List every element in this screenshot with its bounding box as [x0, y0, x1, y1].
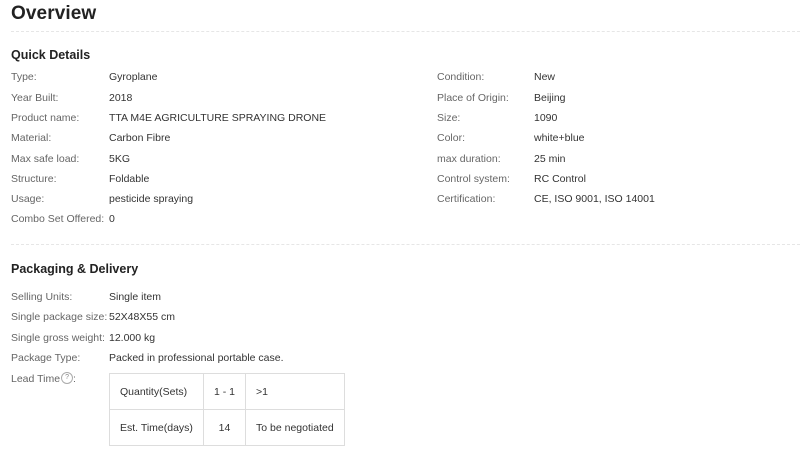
detail-row-place-of-origin: Place of Origin: Beijing	[437, 90, 787, 106]
table-cell: Est. Time(days)	[109, 409, 204, 446]
detail-row-control-system: Control system: RC Control	[437, 171, 787, 187]
packaging-delivery-heading: Packaging & Delivery	[11, 262, 139, 276]
lead-time-table: Quantity(Sets) 1 - 1 >1 Est. Time(days) …	[109, 373, 345, 446]
detail-label: Place of Origin:	[437, 92, 509, 104]
detail-value: Beijing	[534, 92, 566, 104]
table-cell: Quantity(Sets)	[109, 373, 204, 410]
detail-value: 0	[109, 213, 115, 225]
detail-row-usage: Usage: pesticide spraying	[11, 191, 421, 207]
detail-row-year-built: Year Built: 2018	[11, 90, 421, 106]
packaging-row-package-type: Package Type: Packed in professional por…	[11, 350, 421, 366]
quick-details-heading: Quick Details	[11, 48, 91, 62]
detail-value: Gyroplane	[109, 71, 158, 83]
lead-time-colon: :	[73, 373, 76, 385]
detail-value: TTA M4E AGRICULTURE SPRAYING DRONE	[109, 112, 327, 124]
divider	[11, 31, 800, 32]
detail-row-condition: Condition: New	[437, 69, 787, 85]
table-cell: 1 - 1	[202, 373, 247, 410]
detail-label: Selling Units:	[11, 291, 73, 303]
packaging-row-selling-units: Selling Units: Single item	[11, 289, 421, 305]
table-cell: 14	[202, 409, 247, 446]
detail-label: Single gross weight:	[11, 332, 105, 344]
detail-value: Carbon Fibre	[109, 132, 171, 144]
detail-value: Packed in professional portable case.	[109, 352, 284, 364]
detail-value: RC Control	[534, 173, 586, 185]
lead-time-label: Lead Time?:	[11, 371, 76, 387]
detail-label: Structure:	[11, 173, 57, 185]
detail-row-type: Type: Gyroplane	[11, 69, 421, 85]
detail-value: Foldable	[109, 173, 150, 185]
divider	[11, 244, 800, 245]
detail-label: Condition:	[437, 71, 485, 83]
detail-label: Material:	[11, 132, 52, 144]
detail-value: 12.000 kg	[109, 332, 156, 344]
detail-label: Type:	[11, 71, 37, 83]
detail-row-max-duration: max duration: 25 min	[437, 151, 787, 167]
lead-time-text: Lead Time	[11, 373, 61, 385]
detail-label: Usage:	[11, 193, 45, 205]
detail-value: CE, ISO 9001, ISO 14001	[534, 193, 655, 205]
detail-label: Size:	[437, 112, 461, 124]
detail-label: Certification:	[437, 193, 496, 205]
detail-value: 1090	[534, 112, 558, 124]
detail-label: Single package size:	[11, 311, 108, 323]
detail-value: 25 min	[534, 153, 566, 165]
detail-value: New	[534, 71, 556, 83]
detail-row-max-safe-load: Max safe load: 5KG	[11, 151, 421, 167]
question-circle-icon[interactable]: ?	[61, 372, 74, 385]
detail-row-color: Color: white+blue	[437, 130, 787, 146]
page-title: Overview	[11, 3, 97, 24]
detail-row-material: Material: Carbon Fibre	[11, 130, 421, 146]
detail-label: Package Type:	[11, 352, 81, 364]
table-row: Est. Time(days) 14 To be negotiated	[109, 409, 345, 446]
detail-label: Max safe load:	[11, 153, 80, 165]
packaging-row-package-size: Single package size: 52X48X55 cm	[11, 309, 421, 325]
table-row: Quantity(Sets) 1 - 1 >1	[109, 373, 345, 410]
packaging-row-gross-weight: Single gross weight: 12.000 kg	[11, 330, 421, 346]
detail-value: pesticide spraying	[109, 193, 194, 205]
detail-label: Control system:	[437, 173, 510, 185]
detail-value: Single item	[109, 291, 161, 303]
detail-row-certification: Certification: CE, ISO 9001, ISO 14001	[437, 191, 787, 207]
detail-row-combo-set: Combo Set Offered: 0	[11, 211, 421, 227]
detail-value: 52X48X55 cm	[109, 311, 175, 323]
detail-value: white+blue	[534, 132, 585, 144]
detail-label: max duration:	[437, 153, 501, 165]
detail-label: Combo Set Offered:	[11, 213, 105, 225]
detail-label: Product name:	[11, 112, 80, 124]
product-overview-page: Overview Quick Details Type: Gyroplane Y…	[0, 0, 800, 449]
detail-label: Color:	[437, 132, 466, 144]
detail-label: Year Built:	[11, 92, 59, 104]
detail-row-structure: Structure: Foldable	[11, 171, 421, 187]
detail-row-product-name: Product name: TTA M4E AGRICULTURE SPRAYI…	[11, 110, 421, 126]
detail-row-size: Size: 1090	[437, 110, 787, 126]
detail-value: 2018	[109, 92, 133, 104]
table-cell: >1	[245, 373, 345, 410]
detail-value: 5KG	[109, 153, 131, 165]
table-cell: To be negotiated	[245, 409, 345, 446]
